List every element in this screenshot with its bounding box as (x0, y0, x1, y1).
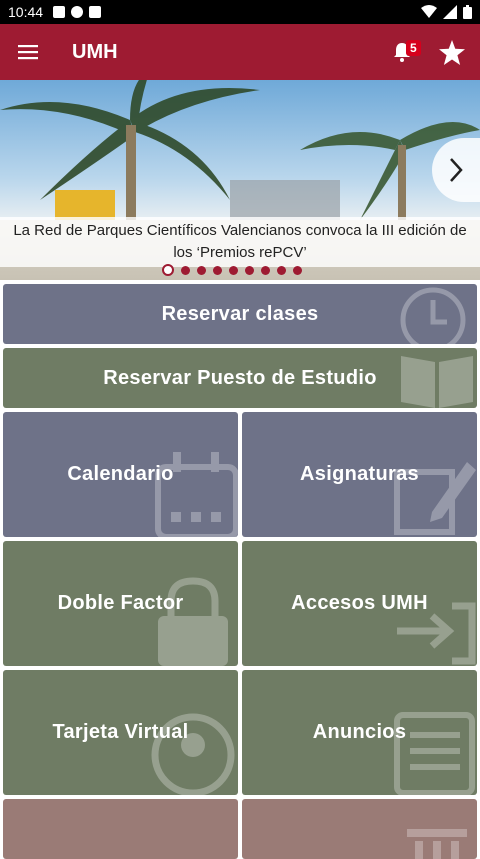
palm-trees-image (0, 80, 480, 220)
carousel-dot[interactable] (197, 265, 206, 275)
doble-factor-label: Doble Factor (57, 592, 184, 614)
chevron-right-icon (450, 158, 463, 182)
accesos-umh-tile[interactable]: Accesos UMH (242, 541, 477, 666)
status-app-icon (71, 6, 84, 18)
carousel-dot[interactable] (277, 265, 286, 275)
status-time: 10:44 (8, 4, 44, 20)
anuncios-label: Anuncios (312, 721, 407, 743)
hamburger-icon (18, 45, 38, 60)
news-carousel[interactable]: La Red de Parques Científicos Valenciano… (0, 80, 480, 280)
star-icon (439, 39, 465, 65)
anuncios-tile[interactable]: Anuncios (242, 670, 477, 795)
institution-icon (407, 829, 467, 859)
app-title: UMH (72, 40, 118, 63)
status-app-icon (53, 6, 66, 18)
carousel-dot[interactable] (293, 265, 302, 275)
asignaturas-tile[interactable]: Asignaturas (242, 412, 477, 537)
book-icon (401, 356, 473, 408)
app-actions: 5 (380, 24, 480, 80)
notifications-button[interactable]: 5 (380, 24, 424, 80)
status-sd-icon (89, 6, 102, 18)
signal-icon (443, 5, 457, 19)
reservar-puesto-tile[interactable]: Reservar Puesto de Estudio (3, 348, 477, 408)
status-bar: 10:44 (0, 0, 480, 24)
app-bar: UMH 5 (0, 24, 480, 80)
carousel-dot[interactable] (181, 265, 190, 275)
asignaturas-label: Asignaturas (300, 463, 419, 485)
partial-tile-right[interactable] (242, 799, 477, 859)
tarjeta-virtual-tile[interactable]: Tarjeta Virtual (3, 670, 238, 795)
accesos-umh-label: Accesos UMH (291, 592, 428, 614)
wifi-icon (421, 5, 437, 18)
doble-factor-tile[interactable]: Doble Factor (3, 541, 238, 666)
status-system-icons (421, 5, 472, 19)
calendario-tile[interactable]: Calendario (3, 412, 238, 537)
reservar-clases-tile[interactable]: Reservar clases (3, 284, 477, 344)
carousel-dot[interactable] (229, 265, 238, 275)
clock-icon (400, 287, 466, 344)
carousel-dot[interactable] (213, 265, 222, 275)
carousel-pagination (162, 264, 302, 276)
reservar-puesto-label: Reservar Puesto de Estudio (103, 366, 377, 389)
tarjeta-virtual-label: Tarjeta Virtual (52, 721, 189, 743)
battery-icon (463, 5, 472, 19)
menu-button[interactable] (0, 24, 56, 80)
carousel-caption: La Red de Parques Científicos Valenciano… (0, 217, 480, 267)
carousel-dot[interactable] (245, 265, 254, 275)
partial-tile-left[interactable] (3, 799, 238, 859)
favorites-button[interactable] (424, 24, 480, 80)
status-notification-icons (53, 6, 102, 18)
notification-count-badge: 5 (406, 40, 421, 56)
lock-icon (158, 577, 228, 666)
reservar-clases-label: Reservar clases (161, 302, 319, 325)
calendario-label: Calendario (67, 463, 174, 485)
carousel-dot[interactable] (261, 265, 270, 275)
carousel-dot[interactable] (162, 264, 174, 276)
